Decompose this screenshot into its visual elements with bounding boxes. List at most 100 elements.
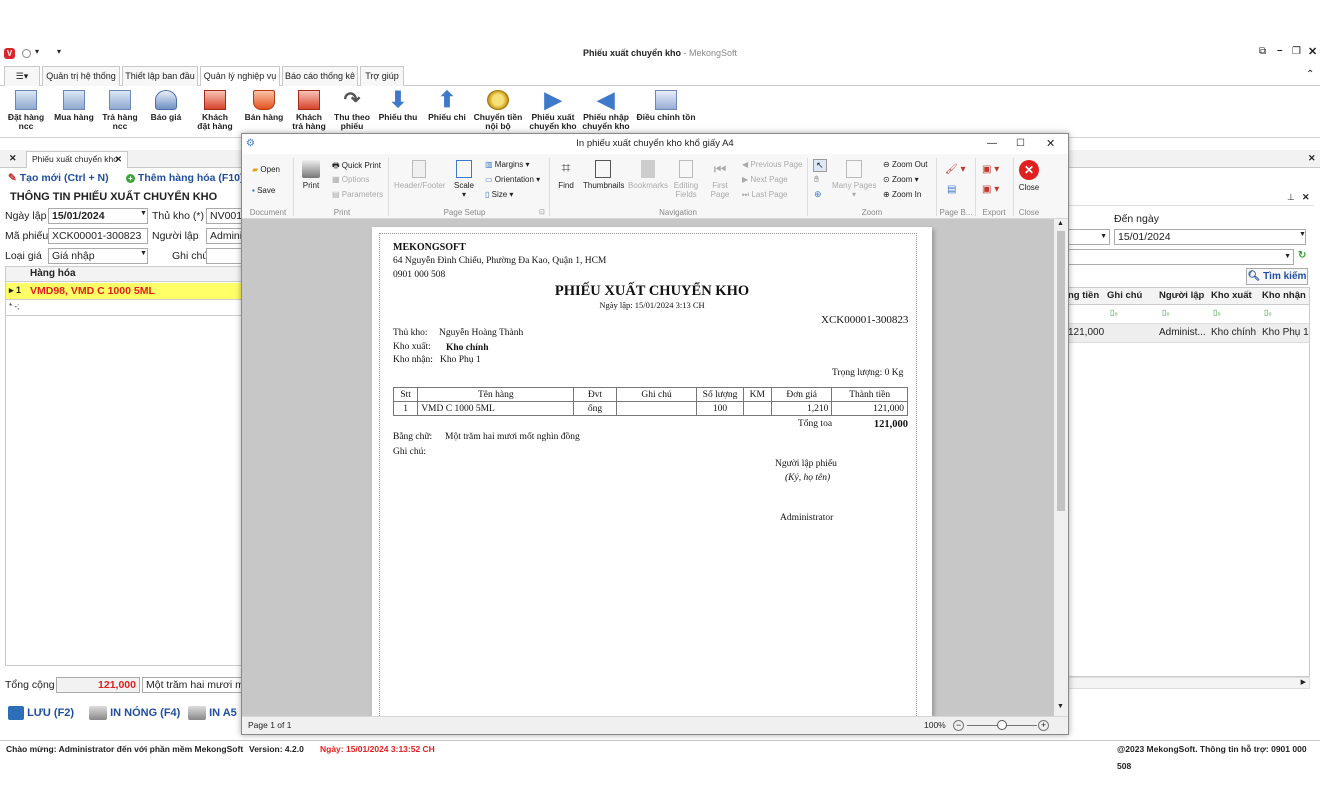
- to-date-field[interactable]: 15/01/2024: [1114, 229, 1306, 245]
- zoom-button[interactable]: ⊙ Zoom ▾: [883, 175, 919, 184]
- first-page-button[interactable]: ⏮ First Page: [709, 160, 731, 199]
- tab-system-admin[interactable]: Quản trị hệ thống: [42, 66, 120, 86]
- tab-business-management[interactable]: Quản lý nghiệp vụ: [200, 66, 280, 87]
- bookmarks-button[interactable]: Bookmarks: [628, 160, 668, 190]
- arrow-right-icon[interactable]: ▶: [1301, 678, 1306, 686]
- watermark-icon[interactable]: ▤: [947, 184, 956, 195]
- ribbon-collapse-icon[interactable]: ⌃: [1306, 69, 1314, 80]
- close-preview-button[interactable]: ✕ Close: [1017, 160, 1041, 192]
- new-row[interactable]: * -;: [6, 301, 244, 316]
- scroll-down-icon[interactable]: ▼: [1057, 703, 1064, 710]
- vertical-scrollbar[interactable]: ▲ ▼: [1054, 219, 1068, 716]
- filter-icon[interactable]: ▯₀: [1264, 308, 1272, 317]
- col-to-warehouse[interactable]: Kho nhận: [1262, 290, 1312, 304]
- price-type-select[interactable]: Giá nhập: [48, 248, 148, 264]
- pin-icon[interactable]: ⊥: [1287, 192, 1295, 203]
- row-item-name[interactable]: VMD98, VMD C 1000 5ML: [30, 285, 155, 297]
- parameters-button[interactable]: ▤ Parameters: [332, 190, 383, 199]
- close-icon[interactable]: ✕: [1046, 134, 1055, 154]
- editing-fields-button[interactable]: Editing Fields: [672, 160, 700, 199]
- maximize-icon[interactable]: ❐: [1292, 46, 1301, 57]
- close-all-icon[interactable]: ✕: [9, 153, 17, 164]
- col-creator[interactable]: Người lập: [1159, 290, 1209, 304]
- margins-button[interactable]: ▥ Margins ▾: [485, 160, 530, 169]
- col-amount[interactable]: ng tiền: [1068, 290, 1106, 304]
- creator-field[interactable]: Adminis: [206, 228, 246, 244]
- search-button[interactable]: 🔍︎ Tìm kiếm: [1246, 268, 1308, 285]
- ribbon-purchase[interactable]: Mua hàng: [48, 90, 100, 122]
- ribbon-receipt[interactable]: ⬇ Phiếu thu: [372, 89, 424, 122]
- zoom-slider[interactable]: [967, 720, 1037, 730]
- chevron-down-icon[interactable]: ▼: [140, 210, 147, 217]
- options-button[interactable]: ▦ Options: [332, 175, 369, 184]
- quick-print-button[interactable]: 🖶︎ Quick Print: [332, 160, 381, 174]
- ribbon-internal-transfer[interactable]: Chuyển tiền nội bộ: [472, 90, 524, 131]
- close-icon[interactable]: ✕: [1308, 45, 1317, 58]
- new-button[interactable]: ✎ Tạo mới (Ctrl + N): [8, 172, 109, 184]
- date-field[interactable]: 15/01/2024: [48, 208, 148, 224]
- maximize-icon[interactable]: ☐: [1016, 134, 1025, 154]
- list-scrollbar[interactable]: ▶: [1066, 677, 1310, 689]
- header-footer-button[interactable]: Header/Footer: [394, 160, 446, 190]
- keeper-field[interactable]: NV001,: [206, 208, 246, 224]
- note-field[interactable]: [206, 248, 246, 264]
- tab-help[interactable]: Trợ giúp: [360, 66, 404, 86]
- close-panel-icon[interactable]: ✕: [1308, 153, 1316, 164]
- table-row[interactable]: ▸ 1 VMD98, VMD C 1000 5ML: [6, 283, 244, 300]
- magnifier-icon[interactable]: ⊕: [814, 189, 822, 200]
- minimize-icon[interactable]: –: [1277, 45, 1283, 56]
- email-export-icon[interactable]: ▣ ▾: [982, 184, 999, 195]
- filter-icon[interactable]: ▯₀: [1110, 308, 1118, 317]
- export-icon[interactable]: ▣ ▾: [982, 164, 999, 175]
- size-button[interactable]: ▯ Size ▾: [485, 190, 513, 199]
- ribbon-transfer-out[interactable]: ▶ Phiếu xuất chuyển kho: [527, 89, 579, 131]
- pointer-icon[interactable]: ↖: [813, 159, 827, 172]
- filter-icon[interactable]: ▯₀: [1213, 308, 1221, 317]
- zoom-plus-icon[interactable]: +: [1038, 720, 1049, 731]
- col-note[interactable]: Ghi chú: [1107, 290, 1155, 304]
- next-page-button[interactable]: ▶ Next Page: [742, 175, 788, 184]
- chevron-down-icon[interactable]: ▼: [140, 250, 147, 257]
- scale-button[interactable]: Scale ▾: [452, 160, 476, 199]
- zoom-slider-thumb[interactable]: [997, 720, 1007, 730]
- paint-bucket-icon[interactable]: 🖌︎ ▾: [945, 164, 966, 175]
- zoom-in-button[interactable]: ⊕ Zoom In: [883, 190, 921, 199]
- scroll-thumb[interactable]: [1057, 231, 1065, 511]
- app-menu-button[interactable]: ☰▾: [4, 66, 40, 86]
- save-button[interactable]: LƯU (F2): [8, 706, 74, 720]
- tab-reports[interactable]: Báo cáo thống kê: [282, 66, 358, 86]
- ribbon-supplier-return[interactable]: Trả hàng ncc: [94, 90, 146, 131]
- filter-icon[interactable]: ▯₀: [1162, 308, 1170, 317]
- print-button[interactable]: Print: [300, 160, 322, 190]
- ribbon-collect-by-voucher[interactable]: ↷ Thu theo phiếu: [326, 90, 378, 131]
- restore-icon[interactable]: ⧉: [1259, 46, 1266, 57]
- code-field[interactable]: XCK00001-300823: [48, 228, 148, 244]
- ribbon-stock-adjust[interactable]: Điều chỉnh tồn: [635, 90, 697, 122]
- save-button[interactable]: ▪ Save: [252, 186, 275, 195]
- find-button[interactable]: ⌗ Find: [555, 160, 577, 190]
- print-a5-button[interactable]: IN A5: [188, 706, 237, 720]
- zoom-out-button[interactable]: ⊖ Zoom Out: [883, 160, 928, 169]
- tab-initial-setup[interactable]: Thiết lập ban đầu: [122, 66, 198, 86]
- print-hot-button[interactable]: IN NÓNG (F4): [89, 706, 180, 720]
- last-page-button[interactable]: ⏭ Last Page: [742, 190, 787, 200]
- zoom-minus-icon[interactable]: −: [953, 720, 964, 731]
- thumbnails-button[interactable]: Thumbnails: [583, 160, 624, 190]
- from-date-field-end[interactable]: ▼: [1066, 229, 1110, 245]
- open-button[interactable]: ▰ Open: [252, 165, 280, 174]
- scroll-up-icon[interactable]: ▲: [1057, 220, 1064, 227]
- ribbon-quotation[interactable]: Báo giá: [140, 90, 192, 122]
- ribbon-transfer-in[interactable]: ◀ Phiếu nhập chuyển kho: [580, 89, 632, 131]
- ribbon-supplier-order[interactable]: Đặt hàng ncc: [0, 90, 52, 131]
- ribbon-payment[interactable]: ⬆ Phiếu chi: [421, 89, 473, 122]
- hand-icon[interactable]: ✋︎: [814, 174, 819, 185]
- chevron-down-icon[interactable]: ▼: [1299, 231, 1306, 238]
- many-pages-button[interactable]: Many Pages ▾: [832, 160, 876, 199]
- close-icon[interactable]: ✕: [1302, 192, 1310, 203]
- previous-page-button[interactable]: ◀ Previous Page: [742, 160, 802, 169]
- minimize-icon[interactable]: —: [987, 134, 997, 154]
- filter-field[interactable]: ▼: [1066, 249, 1294, 265]
- refresh-icon[interactable]: ↻: [1298, 250, 1306, 261]
- document-tab[interactable]: Phiếu xuất chuyển kho ✕: [26, 151, 128, 168]
- ribbon-customer-order[interactable]: Khách đặt hàng: [189, 90, 241, 131]
